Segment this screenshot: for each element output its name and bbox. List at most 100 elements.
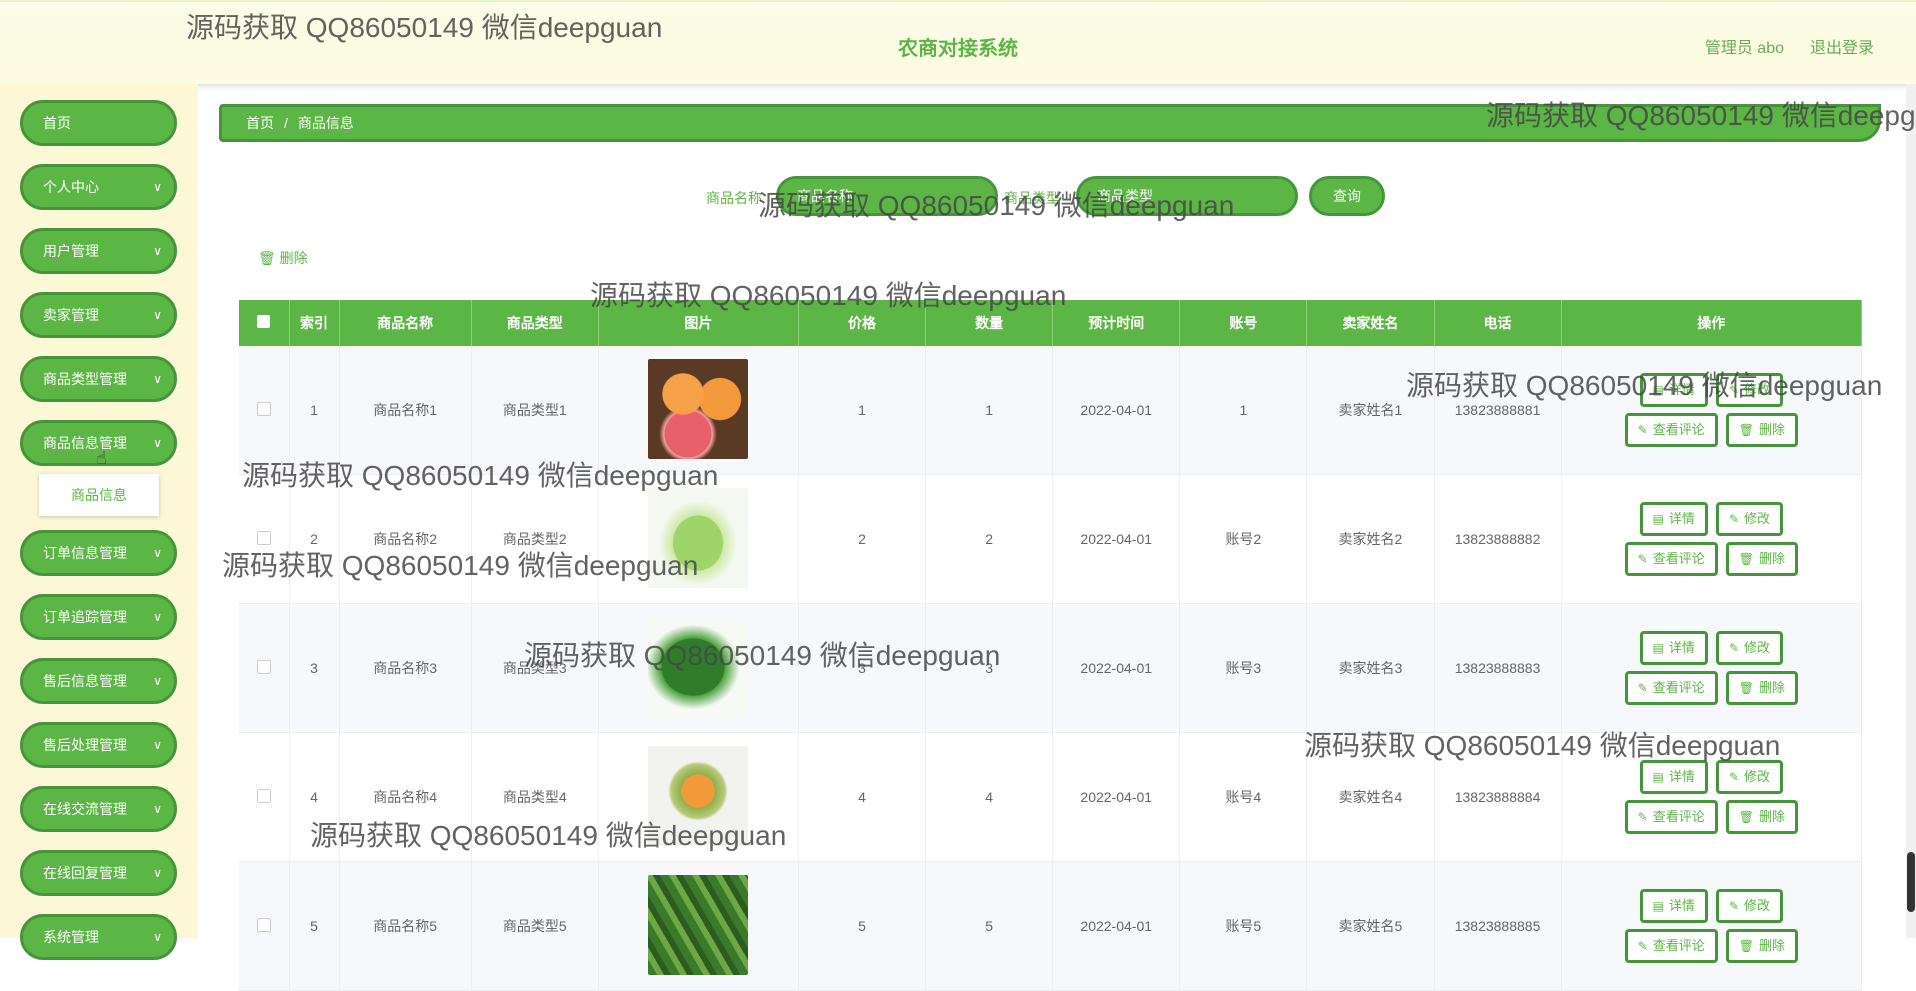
trash-icon: 🗑 <box>1738 939 1754 953</box>
edit-button[interactable]: ✎ 修改 <box>1715 373 1784 407</box>
breadcrumb-separator: / <box>284 115 288 131</box>
view-reviews-button[interactable]: ✎ 查看评论 <box>1624 929 1718 963</box>
detail-button[interactable]: ▤ 详情 <box>1639 502 1708 536</box>
logout-link[interactable]: 退出登录 <box>1810 34 1874 58</box>
cell-image <box>598 474 799 604</box>
edit-button[interactable]: ✎ 修改 <box>1715 760 1784 794</box>
select-all-checkbox[interactable] <box>257 315 271 328</box>
row-select-cell[interactable] <box>239 474 290 604</box>
query-button[interactable]: 查询 <box>1309 176 1385 216</box>
cell-qty: 5 <box>925 861 1054 991</box>
breadcrumb-home[interactable]: 首页 <box>246 115 274 131</box>
delete-button[interactable]: 🗑 删除 <box>1725 413 1798 447</box>
submenu-item-product-info[interactable]: 商品信息 <box>39 474 159 516</box>
sidebar-item[interactable]: 在线回复管理 ∨ <box>20 850 177 896</box>
edit-button[interactable]: ✎ 修改 <box>1715 889 1784 923</box>
document-icon: ▤ <box>1652 899 1664 913</box>
pencil-icon: ✎ <box>1637 810 1648 824</box>
cell-phone: 13823888885 <box>1434 861 1562 991</box>
cell-actions: ▤ 详情 ✎ 修改 ✎ 查看评论 🗑 删除 <box>1561 732 1863 862</box>
cell-date: 2022-04-01 <box>1052 603 1181 733</box>
row-checkbox[interactable] <box>256 788 271 803</box>
row-select-cell[interactable] <box>239 861 290 991</box>
table-row: 5 商品名称5 商品类型5 5 5 2022-04-01 账号5 卖家姓名5 138238888… <box>239 861 1863 991</box>
detail-button[interactable]: ▤ 详情 <box>1639 373 1708 407</box>
chevron-down-icon: ∨ <box>153 930 162 944</box>
row-select-cell[interactable] <box>239 346 290 475</box>
cell-date: 2022-04-01 <box>1052 861 1181 991</box>
delete-label: 删除 <box>1758 551 1785 566</box>
row-select-cell[interactable] <box>239 732 290 862</box>
edit-label: 修改 <box>1744 640 1771 655</box>
cell-price: 4 <box>798 732 927 862</box>
batch-delete-button[interactable]: 🗑 删除 <box>258 248 308 268</box>
detail-button[interactable]: ▤ 详情 <box>1639 631 1708 665</box>
row-checkbox[interactable] <box>256 917 271 932</box>
delete-button[interactable]: 🗑 删除 <box>1725 671 1798 705</box>
search-type-input[interactable]: 商品类型 <box>1076 176 1298 216</box>
cell-price: 3 <box>798 603 927 733</box>
view-reviews-button[interactable]: ✎ 查看评论 <box>1624 542 1718 576</box>
delete-button[interactable]: 🗑 删除 <box>1725 800 1798 834</box>
col-header-actions: 操作 <box>1561 300 1863 346</box>
cell-account: 账号2 <box>1179 474 1308 604</box>
sidebar-item[interactable]: 用户管理 ∨ <box>20 228 177 274</box>
row-checkbox[interactable] <box>256 659 271 674</box>
sidebar-item-label: 首页 <box>43 115 71 131</box>
sidebar-item[interactable]: 在线交流管理 ∨ <box>20 786 177 832</box>
sidebar-item[interactable]: 商品类型管理 ∨ <box>20 356 177 402</box>
cell-type: 商品类型5 <box>471 861 599 991</box>
cell-name: 商品名称3 <box>339 603 472 733</box>
admin-user: 管理员 abo <box>1704 40 1784 57</box>
sidebar-item[interactable]: 订单追踪管理 ∨ <box>20 594 177 640</box>
table-row: 1 商品名称1 商品类型1 1 1 2022-04-01 1 卖家姓名1 13823888881… <box>239 346 1863 475</box>
row-checkbox[interactable] <box>256 401 271 416</box>
delete-button[interactable]: 🗑 删除 <box>1725 929 1798 963</box>
edit-button[interactable]: ✎ 修改 <box>1715 631 1784 665</box>
chevron-down-icon: ∨ <box>153 372 162 386</box>
cell-name: 商品名称2 <box>339 474 472 604</box>
search-name-input[interactable]: 商品名称 <box>776 176 998 216</box>
edit-label: 修改 <box>1744 382 1771 397</box>
detail-button[interactable]: ▤ 详情 <box>1639 760 1708 794</box>
scrollbar-track[interactable] <box>1906 84 1916 938</box>
col-header-image: 图片 <box>598 300 799 346</box>
select-all-header[interactable] <box>239 300 290 346</box>
sidebar-item-label: 在线回复管理 <box>43 865 127 881</box>
col-header-price: 价格 <box>798 300 927 346</box>
delete-button[interactable]: 🗑 删除 <box>1725 542 1798 576</box>
sidebar-item[interactable]: 售后信息管理 ∨ <box>20 658 177 704</box>
view-reviews-label: 查看评论 <box>1652 938 1705 953</box>
detail-label: 详情 <box>1668 640 1695 655</box>
app-title: 农商对接系统 <box>898 38 1018 60</box>
chevron-down-icon: ∨ <box>153 180 162 194</box>
pencil-icon: ✎ <box>1728 383 1739 397</box>
hand-cursor-icon: ☝ <box>96 448 107 468</box>
sidebar-item-label: 商品类型管理 <box>43 371 127 387</box>
detail-button[interactable]: ▤ 详情 <box>1639 889 1708 923</box>
row-select-cell[interactable] <box>239 603 290 733</box>
cell-date: 2022-04-01 <box>1052 732 1181 862</box>
cell-name: 商品名称5 <box>339 861 472 991</box>
sidebar-item[interactable]: 系统管理 ∨ <box>20 914 177 960</box>
detail-label: 详情 <box>1668 511 1695 526</box>
sidebar-item[interactable]: 首页 <box>20 100 177 146</box>
edit-button[interactable]: ✎ 修改 <box>1715 502 1784 536</box>
sidebar-item-label: 订单信息管理 <box>43 545 127 561</box>
cell-image <box>598 603 799 733</box>
scrollbar-thumb[interactable] <box>1907 852 1915 912</box>
cell-seller: 卖家姓名5 <box>1306 861 1435 991</box>
sidebar-item[interactable]: 个人中心 ∨ <box>20 164 177 210</box>
sidebar-item[interactable]: 售后处理管理 ∨ <box>20 722 177 768</box>
sidebar-item[interactable]: 卖家管理 ∨ <box>20 292 177 338</box>
view-reviews-button[interactable]: ✎ 查看评论 <box>1624 671 1718 705</box>
search-name-label: 商品名称 <box>706 190 762 206</box>
cell-index: 1 <box>289 346 340 475</box>
sidebar-item-label: 售后信息管理 <box>43 673 127 689</box>
row-checkbox[interactable] <box>256 530 271 545</box>
sidebar-item[interactable]: 订单信息管理 ∨ <box>20 530 177 576</box>
view-reviews-button[interactable]: ✎ 查看评论 <box>1624 413 1718 447</box>
view-reviews-button[interactable]: ✎ 查看评论 <box>1624 800 1718 834</box>
detail-label: 详情 <box>1668 898 1695 913</box>
product-image <box>648 487 749 588</box>
